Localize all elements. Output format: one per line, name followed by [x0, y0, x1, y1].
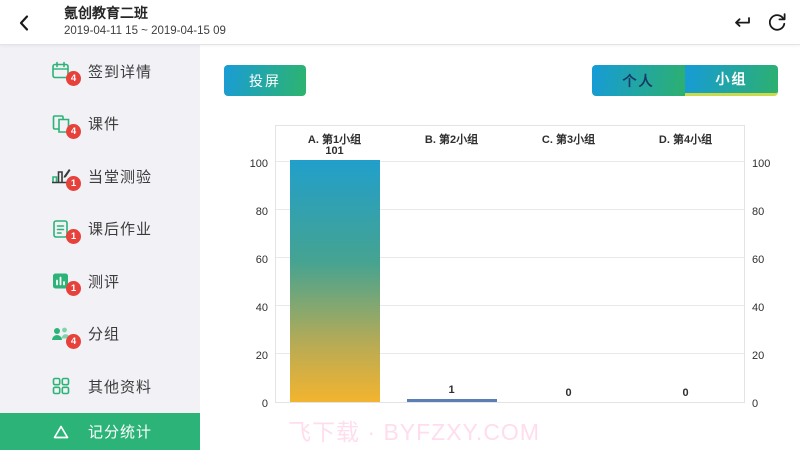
badge-count: 4: [66, 124, 81, 139]
value-label: 1: [448, 384, 454, 396]
bar: [290, 160, 380, 402]
y-axis-tick-right: 60: [752, 254, 790, 266]
quiz-chart-icon: 1: [50, 165, 72, 187]
badge-count: 4: [66, 334, 81, 349]
date-range: 2019-04-11 15 ~ 2019-04-15 09: [64, 23, 226, 39]
value-label: 101: [325, 145, 343, 157]
tab-personal[interactable]: 个人: [592, 65, 685, 96]
y-axis-tick-right: 100: [752, 158, 790, 170]
y-axis-tick-left: 100: [230, 158, 268, 170]
refresh-button[interactable]: [764, 10, 790, 36]
back-button[interactable]: [12, 10, 38, 36]
chart-column: D. 第4小组 0: [627, 126, 744, 402]
page-title: 氪创教育二班: [64, 4, 226, 23]
sidebar-item-groups[interactable]: 4 分组: [0, 308, 200, 361]
header-bar: 氪创教育二班 2019-04-11 15 ~ 2019-04-15 09: [0, 0, 800, 45]
badge-count: 4: [66, 71, 81, 86]
personal-group-toggle: 个人 小组: [592, 65, 778, 96]
class-dashboard-page: 氪创教育二班 2019-04-11 15 ~ 2019-04-15 09: [0, 0, 800, 450]
return-button[interactable]: [728, 10, 754, 36]
sidebar: 4 签到详情 4 课件 1: [0, 45, 200, 450]
sidebar-item-other-materials[interactable]: 其他资料: [0, 360, 200, 413]
attendance-calendar-icon: 4: [50, 60, 72, 82]
chart-column: C. 第3小组 0: [510, 126, 627, 402]
sidebar-item-courseware[interactable]: 4 课件: [0, 98, 200, 151]
sidebar-item-label: 分组: [88, 323, 120, 344]
y-axis-tick-left: 60: [230, 254, 268, 266]
evaluation-barchart-icon: 1: [50, 270, 72, 292]
sidebar-item-label: 测评: [88, 271, 120, 292]
y-axis-tick-left: 80: [230, 206, 268, 218]
score-bar-chart: A. 第1小组101B. 第2小组 1 C. 第3小组 0 D. 第4小组 0 0 0 20 2…: [230, 125, 790, 403]
sidebar-item-label: 签到详情: [88, 61, 152, 82]
category-label: B. 第2小组: [393, 131, 510, 147]
category-label: D. 第4小组: [627, 131, 744, 147]
value-label: 0: [682, 387, 688, 399]
sidebar-item-label: 课件: [88, 113, 120, 134]
category-label: C. 第3小组: [510, 131, 627, 147]
return-arrow-icon: [728, 10, 754, 36]
badge-count: 1: [66, 281, 81, 296]
sidebar-item-label: 课后作业: [88, 218, 152, 239]
other-materials-grid-icon: [50, 375, 72, 397]
sidebar-item-score-stats[interactable]: 记分统计: [0, 413, 200, 450]
y-axis-tick-right: 0: [752, 398, 790, 410]
sidebar-item-label: 记分统计: [88, 421, 152, 442]
sidebar-item-attendance[interactable]: 4 签到详情: [0, 45, 200, 98]
chart-column: B. 第2小组 1: [393, 126, 510, 402]
value-label: 0: [565, 387, 571, 399]
homework-doc-icon: 1: [50, 218, 72, 240]
refresh-icon: [764, 10, 790, 36]
y-axis-tick-right: 20: [752, 350, 790, 362]
sidebar-item-evaluation[interactable]: 1 测评: [0, 255, 200, 308]
title-block: 氪创教育二班 2019-04-11 15 ~ 2019-04-15 09: [64, 4, 226, 39]
courseware-icon: 4: [50, 113, 72, 135]
chart-plot: A. 第1小组101B. 第2小组 1 C. 第3小组 0 D. 第4小组 0: [275, 125, 745, 403]
y-axis-tick-left: 20: [230, 350, 268, 362]
badge-count: 1: [66, 229, 81, 244]
chevron-left-icon: [12, 10, 38, 36]
badge-count: 1: [66, 176, 81, 191]
bar: [407, 399, 497, 403]
score-stats-triangle-icon: [50, 421, 72, 443]
sidebar-item-label: 其他资料: [88, 376, 152, 397]
groups-people-icon: 4: [50, 323, 72, 345]
watermark-text: 飞下载 · BYFZXY.COM: [288, 413, 540, 447]
cast-screen-button[interactable]: 投屏: [224, 65, 306, 96]
sidebar-item-label: 当堂测验: [88, 166, 152, 187]
sidebar-item-homework[interactable]: 1 课后作业: [0, 203, 200, 256]
y-axis-tick-left: 0: [230, 398, 268, 410]
sidebar-item-quiz[interactable]: 1 当堂测验: [0, 150, 200, 203]
chart-column: A. 第1小组101: [276, 126, 393, 402]
y-axis-tick-left: 40: [230, 302, 268, 314]
tab-group[interactable]: 小组: [685, 65, 778, 96]
y-axis-tick-right: 40: [752, 302, 790, 314]
y-axis-tick-right: 80: [752, 206, 790, 218]
